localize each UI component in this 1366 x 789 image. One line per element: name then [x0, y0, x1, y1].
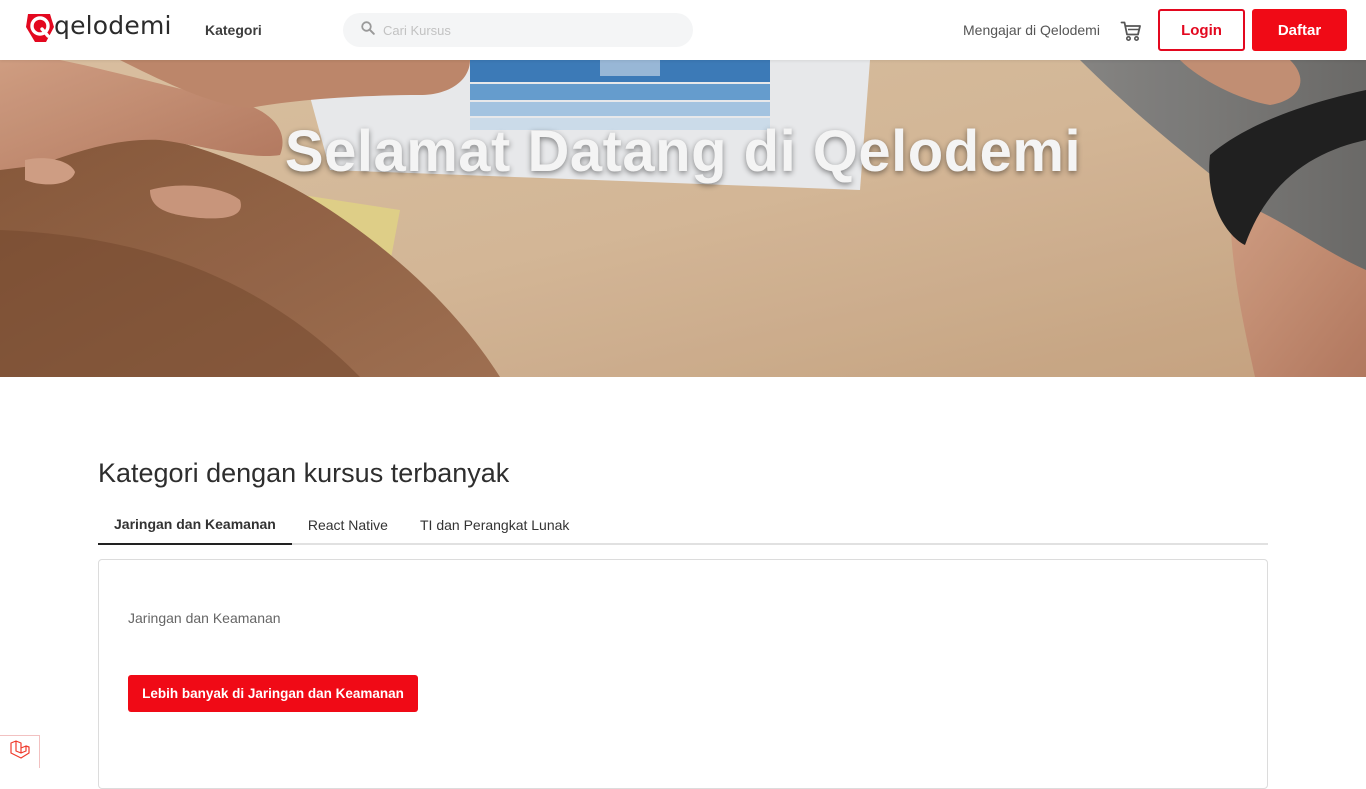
hero-title: Selamat Datang di Qelodemi — [284, 119, 1082, 184]
hero-banner: Selamat Datang di Qelodemi — [0, 60, 1366, 377]
search-input[interactable] — [383, 22, 673, 38]
teach-link[interactable]: Mengajar di Qelodemi — [963, 22, 1100, 38]
tab-ti-dan-perangkat-lunak[interactable]: TI dan Perangkat Lunak — [404, 505, 585, 545]
category-tabs: Jaringan dan Keamanan React Native TI da… — [98, 505, 1268, 545]
kategori-menu[interactable]: Kategori — [205, 22, 262, 38]
cart-icon[interactable] — [1120, 20, 1142, 42]
laravel-icon — [9, 739, 31, 765]
tab-react-native[interactable]: React Native — [292, 505, 404, 545]
more-in-category-button[interactable]: Lebih banyak di Jaringan dan Keamanan — [128, 675, 418, 712]
register-button[interactable]: Daftar — [1252, 9, 1347, 51]
category-card: Jaringan dan Keamanan Lebih banyak di Ja… — [98, 559, 1268, 789]
login-button[interactable]: Login — [1158, 9, 1245, 51]
tab-jaringan-dan-keamanan[interactable]: Jaringan dan Keamanan — [98, 505, 292, 545]
search-icon — [361, 20, 375, 40]
logo-mark-icon — [24, 11, 54, 43]
top-navbar: qelodemi Kategori Mengajar di Qelodemi L… — [0, 0, 1366, 60]
card-category-label: Jaringan dan Keamanan — [128, 610, 281, 626]
hero-background-image — [0, 60, 1366, 377]
section-title: Kategori dengan kursus terbanyak — [98, 458, 510, 488]
logo-text: qelodemi — [54, 10, 172, 40]
logo[interactable]: qelodemi — [24, 10, 172, 44]
search-bar — [343, 13, 693, 47]
laravel-debugbar-toggle[interactable] — [0, 735, 40, 768]
